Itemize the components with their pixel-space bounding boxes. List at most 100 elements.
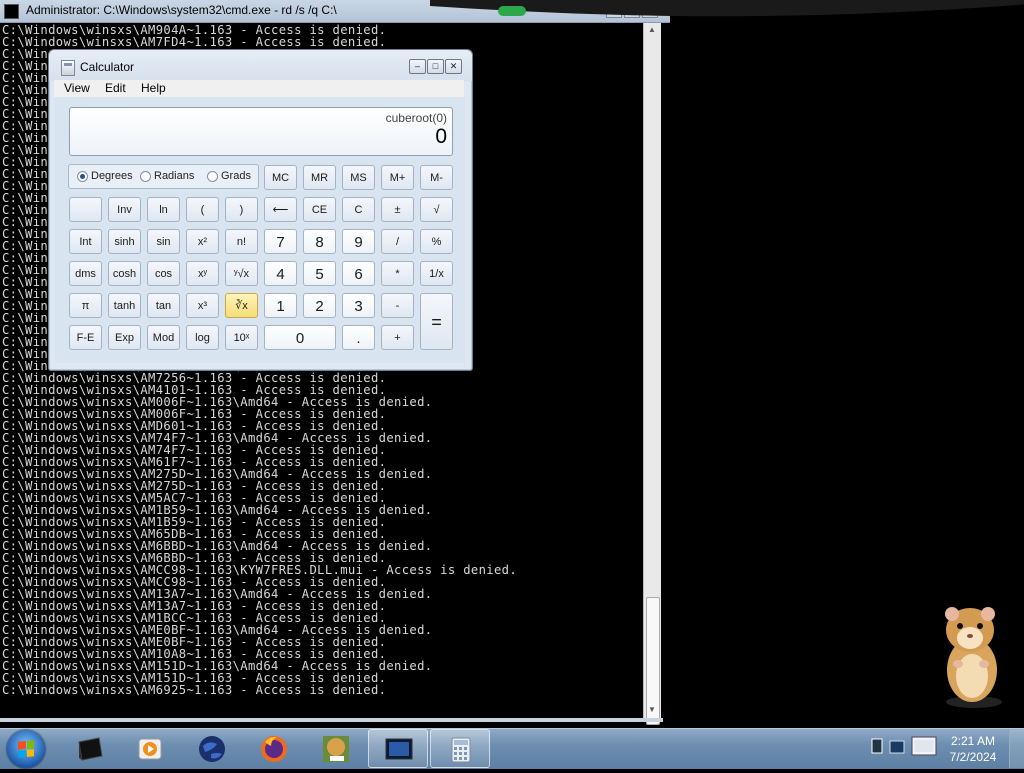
taskbar-monitor[interactable] [368, 729, 428, 768]
tray-icons[interactable] [862, 729, 942, 768]
function-button[interactable]: xʸ [186, 261, 219, 286]
radio-selected-icon [77, 170, 88, 182]
memory-button-m-[interactable]: M- [420, 165, 453, 190]
function-button[interactable]: dms [69, 261, 102, 286]
display-expression: cuberoot(0) [385, 111, 447, 125]
function-button[interactable]: sin [147, 229, 180, 254]
function-button[interactable]: tan [147, 293, 180, 318]
function-button[interactable]: π [69, 293, 102, 318]
function-button[interactable]: / [381, 229, 414, 254]
start-button[interactable] [7, 730, 45, 768]
plus-button[interactable]: + [381, 325, 414, 350]
top-decoration [430, 0, 1024, 20]
function-button[interactable]: Exp [108, 325, 141, 350]
digit-button[interactable]: 7 [264, 229, 297, 254]
digit-button[interactable]: 5 [303, 261, 336, 286]
function-button[interactable]: ) [225, 197, 258, 222]
globe-icon [199, 736, 225, 762]
function-button[interactable]: ∛x [225, 293, 258, 318]
scroll-down-icon[interactable]: ▼ [647, 705, 657, 715]
cmd-scrollbar[interactable]: ▲ ▼ [643, 22, 661, 725]
function-button[interactable]: x² [186, 229, 219, 254]
function-button[interactable]: ln [147, 197, 180, 222]
radio-grads-label: Grads [221, 170, 251, 182]
digit-button[interactable]: 9 [342, 229, 375, 254]
function-button[interactable]: x³ [186, 293, 219, 318]
calculator-title: Calculator [80, 60, 135, 74]
calculator-window[interactable]: Calculator – □ ✕ View Edit Help cuberoot… [48, 49, 473, 371]
show-desktop-button[interactable] [1009, 729, 1024, 768]
function-button[interactable]: ± [381, 197, 414, 222]
angle-mode-group: Degrees Radians Grads [68, 164, 259, 189]
taskbar-terminal[interactable] [60, 729, 120, 768]
function-button[interactable]: Int [69, 229, 102, 254]
memory-button-m+[interactable]: M+ [381, 165, 414, 190]
function-button[interactable]: sinh [108, 229, 141, 254]
digit-button[interactable]: 3 [342, 293, 375, 318]
digit-button[interactable]: 6 [342, 261, 375, 286]
calculator-display: cuberoot(0) 0 [69, 107, 453, 156]
digit-button[interactable]: 4 [264, 261, 297, 286]
function-button[interactable]: cosh [108, 261, 141, 286]
calc-close-button[interactable]: ✕ [445, 59, 462, 74]
green-indicator-icon [498, 6, 526, 16]
function-button[interactable]: n! [225, 229, 258, 254]
media-player-icon [138, 738, 162, 760]
cmd-title: Administrator: C:\Windows\system32\cmd.e… [26, 3, 337, 17]
function-button[interactable]: log [186, 325, 219, 350]
menu-help[interactable]: Help [141, 81, 166, 95]
digit-button[interactable]: 1 [264, 293, 297, 318]
function-button[interactable]: cos [147, 261, 180, 286]
calculator-app-icon [61, 60, 75, 76]
scroll-up-icon[interactable]: ▲ [647, 25, 657, 35]
function-button[interactable]: ʸ√x [225, 261, 258, 286]
function-button[interactable]: - [381, 293, 414, 318]
taskbar-globe[interactable] [182, 729, 242, 768]
taskbar-firefox[interactable] [244, 729, 304, 768]
function-button[interactable]: ( [186, 197, 219, 222]
calc-maximize-button[interactable]: □ [427, 59, 444, 74]
calculator-icon [451, 737, 471, 763]
clock-time: 2:21 AM [950, 734, 996, 748]
function-button[interactable]: CE [303, 197, 336, 222]
calculator-titlebar[interactable]: Calculator – □ ✕ [49, 50, 472, 81]
function-button[interactable]: % [420, 229, 453, 254]
hamster-pet-image[interactable] [938, 604, 1008, 708]
taskbar-clock[interactable]: 2:21 AM 7/2/2024 [938, 733, 1008, 765]
menu-view[interactable]: View [64, 81, 90, 95]
function-button[interactable]: * [381, 261, 414, 286]
memory-button-mc[interactable]: MC [264, 165, 297, 190]
function-button[interactable]: √ [420, 197, 453, 222]
taskbar-box-game[interactable] [306, 729, 366, 768]
calc-minimize-button[interactable]: – [409, 59, 426, 74]
function-button[interactable]: 1/x [420, 261, 453, 286]
digit-button[interactable]: 2 [303, 293, 336, 318]
function-button[interactable]: tanh [108, 293, 141, 318]
system-tray [862, 729, 942, 768]
function-button[interactable]: C [342, 197, 375, 222]
function-button[interactable]: F-E [69, 325, 102, 350]
taskbar-media-player[interactable] [120, 729, 180, 768]
windows-logo-icon [18, 740, 34, 758]
digit-button-zero[interactable]: 0 [264, 325, 336, 350]
taskbar-calculator[interactable] [430, 729, 490, 768]
decimal-button[interactable]: . [342, 325, 375, 350]
function-button[interactable]: Inv [108, 197, 141, 222]
memory-button-ms[interactable]: MS [342, 165, 375, 190]
function-button[interactable]: ⟵ [264, 197, 297, 222]
radio-radians[interactable]: Radians [140, 170, 194, 182]
radio-radians-label: Radians [154, 170, 195, 182]
function-button[interactable]: Mod [147, 325, 180, 350]
box-game-icon [323, 736, 349, 762]
function-button[interactable] [69, 197, 102, 222]
digit-button[interactable]: 8 [303, 229, 336, 254]
clock-date: 7/2/2024 [949, 750, 997, 764]
radio-degrees[interactable]: Degrees [77, 170, 133, 182]
cmd-bottom-border [0, 718, 663, 722]
firefox-icon [261, 736, 287, 762]
equals-button[interactable]: = [420, 293, 453, 350]
memory-button-mr[interactable]: MR [303, 165, 336, 190]
radio-grads[interactable]: Grads [207, 170, 251, 182]
function-button[interactable]: 10ˣ [225, 325, 258, 350]
menu-edit[interactable]: Edit [105, 81, 126, 95]
